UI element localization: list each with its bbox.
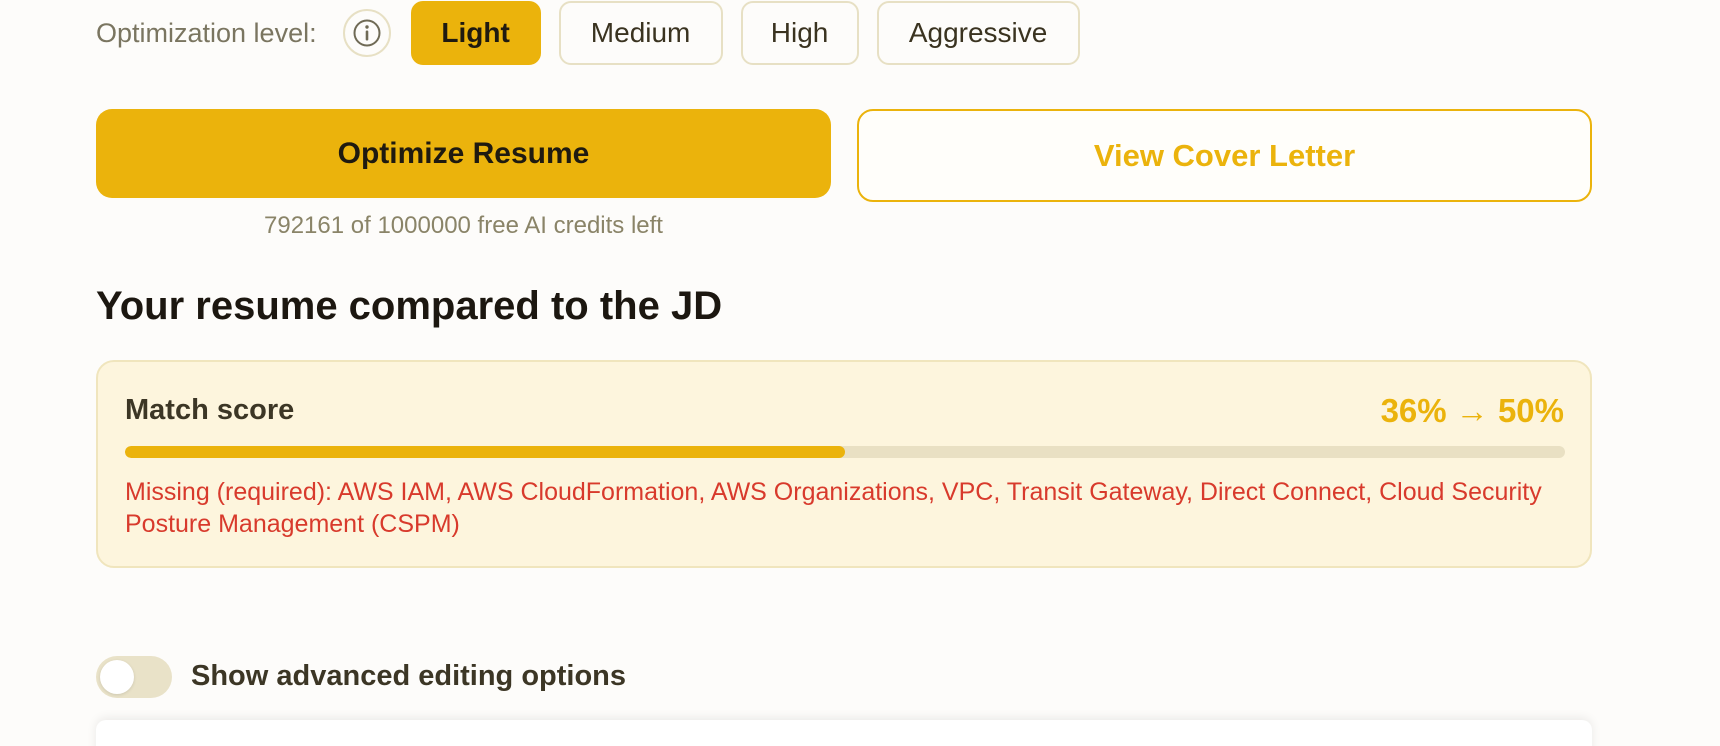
view-cover-letter-button[interactable]: View Cover Letter: [857, 109, 1592, 202]
missing-keywords-text: Missing (required): AWS IAM, AWS CloudFo…: [125, 478, 1542, 538]
editor-panel: [96, 720, 1592, 746]
credits-remaining-text: 792161 of 1000000 free AI credits left: [264, 212, 663, 239]
match-progress-fill: [125, 446, 845, 458]
advanced-options-toggle[interactable]: [96, 656, 172, 698]
level-high-button[interactable]: High: [740, 1, 859, 65]
optimize-resume-button[interactable]: Optimize Resume: [96, 109, 831, 198]
info-icon[interactable]: [342, 9, 391, 57]
comparison-heading: Your resume compared to the JD: [96, 284, 723, 328]
match-score-label: Match score: [125, 394, 295, 426]
toggle-knob: [100, 660, 134, 694]
optimization-level-label: Optimization level:: [96, 17, 317, 48]
advanced-options-label: Show advanced editing options: [191, 660, 627, 692]
match-progress-track: [125, 446, 1565, 458]
info-circle-icon: [353, 19, 381, 47]
match-score-value: 36% → 50%: [1380, 392, 1564, 429]
match-score-card: Match score 36% → 50% Missing (required)…: [96, 360, 1592, 568]
level-medium-button[interactable]: Medium: [558, 1, 723, 65]
resume-optimizer-page: Optimization level: Light Medium High Ag…: [0, 0, 1720, 746]
level-aggressive-button[interactable]: Aggressive: [876, 1, 1080, 65]
level-light-button[interactable]: Light: [410, 1, 541, 65]
optimization-level-row: Optimization level: Light Medium High Ag…: [96, 0, 1098, 66]
